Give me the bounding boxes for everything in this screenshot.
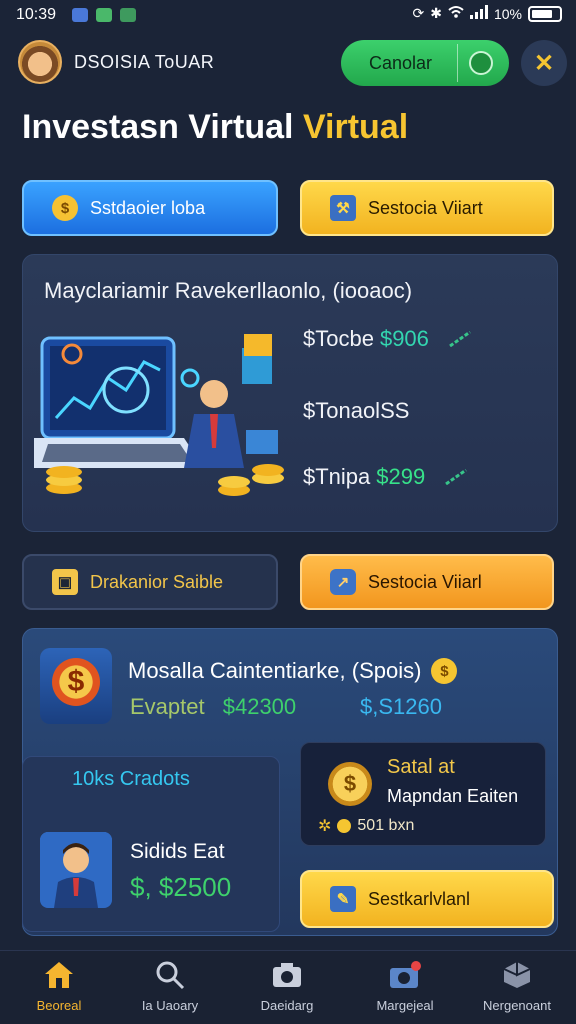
page-title-highlight: Virtual [302, 108, 409, 146]
overview-stat-row: $Tocbe $906 [303, 326, 471, 352]
blue-action-button[interactable]: $ Sstdaoier loba [22, 180, 278, 236]
sparkle-icon: ✲ [318, 818, 332, 835]
overview-stat-row: $Tnipa $299 [303, 464, 468, 490]
portfolio-stat-label: Evaptet [130, 694, 205, 719]
portfolio-action-button[interactable]: ✎ Sestkarlvlanl [300, 870, 554, 928]
nav-item-notifications[interactable]: Margejeal [350, 958, 460, 1013]
signal-icon [469, 5, 488, 22]
status-indicators: ⟳ ✱ 10% [412, 5, 562, 22]
status-card-meta-text: 501 bxn [357, 817, 415, 834]
status-card-title: Satal at [387, 756, 455, 778]
stat-label: $Tocbe [303, 326, 374, 351]
nav-item-home[interactable]: Beoreal [4, 958, 114, 1013]
stat-label: $Tnipa [303, 464, 371, 489]
investor-illustration [34, 334, 284, 496]
coin-icon: $ [431, 658, 458, 684]
app-notification-icon [96, 8, 112, 22]
avatar[interactable] [18, 40, 62, 84]
cancel-label: Canolar [369, 52, 433, 73]
trend-up-icon [449, 331, 471, 347]
sync-icon: ⟳ [412, 5, 425, 21]
camera-icon [232, 958, 342, 992]
battery-percent: 10% [493, 5, 522, 22]
stat-value: $299 [376, 464, 426, 489]
status-card-meta: ✲ 501 bxn [318, 816, 414, 836]
dark-action-label: Drakanior Saible [90, 571, 224, 592]
dollar-coin-icon: $ [52, 195, 78, 221]
frame-icon: ▣ [52, 569, 78, 595]
pencil-icon: ✎ [330, 886, 356, 912]
orange-action-button[interactable]: ↗ Sestocia Viiarl [300, 554, 554, 610]
bluetooth-icon: ✱ [430, 5, 442, 21]
divider [457, 44, 458, 82]
stat-value: $906 [379, 326, 429, 351]
overview-title: Mayclariamir Ravekerllaonlo, (iooaoc) [44, 278, 413, 303]
portfolio-title-text: Mosalla Caintentiarke, (Spois) [128, 658, 422, 683]
nav-label: Margejeal [376, 998, 434, 1013]
credits-value: $, $2500 [130, 872, 232, 902]
person-avatar [40, 832, 112, 908]
coin-icon: $ [328, 762, 372, 806]
status-time: 10:39 [16, 6, 57, 23]
battery-icon [528, 5, 562, 22]
home-icon [4, 958, 114, 992]
close-button[interactable]: ✕ [521, 40, 567, 86]
page-title-main: Investasn Virtual [22, 108, 294, 146]
nav-label: Daeidarg [260, 998, 314, 1013]
app-notification-icon [72, 8, 88, 22]
portfolio-stat: Evaptet $42300 [130, 694, 296, 720]
search-icon [115, 958, 225, 992]
credits-label: Sidids Eat [130, 840, 225, 863]
app-notification-icon [120, 8, 136, 22]
dark-action-button[interactable]: ▣ Drakanior Saible [22, 554, 278, 610]
dollar-badge-icon: $ [40, 648, 112, 724]
blue-action-label: Sstdaoier loba [90, 197, 206, 218]
close-icon: ✕ [533, 49, 555, 77]
nav-label: Beoreal [36, 998, 82, 1013]
chart-icon: ↗ [330, 569, 356, 595]
nav-label: Nergenoant [483, 998, 551, 1013]
credits-title: 10ks Cradots [72, 768, 190, 790]
overview-stat-row: $TonaolSS [303, 398, 409, 424]
dollar-icon: $ [52, 658, 100, 706]
nav-label: Ia Uaoary [141, 998, 199, 1013]
page-title: Investasn Virtual Virtual [22, 108, 408, 147]
orange-action-label: Sestocia Viiarl [368, 571, 482, 592]
nav-item-search[interactable]: Ia Uaoary [115, 958, 225, 1013]
stat-label: $TonaolSS [303, 398, 410, 423]
camera-notify-icon [350, 958, 460, 992]
status-card-subtitle: Mapndan Eaiten [387, 786, 519, 806]
yellow-action-label: Sestocia Viiart [368, 197, 483, 218]
nav-item-more[interactable]: Nergenoant [462, 958, 572, 1013]
cube-icon [462, 958, 572, 992]
portfolio-stat-value: $42300 [222, 694, 297, 719]
app-title: DSOISIA ToUAR [74, 52, 215, 72]
portfolio-title: Mosalla Caintentiarke, (Spois) $ [128, 658, 458, 684]
coin-icon [337, 819, 352, 833]
clock-icon [469, 51, 493, 75]
portfolio-action-label: Sestkarlvlanl [368, 888, 471, 909]
yellow-action-button[interactable]: ⚒ Sestocia Viiart [300, 180, 554, 236]
portfolio-stat-secondary: $,S1260 [360, 694, 442, 719]
hammer-icon: ⚒ [330, 195, 356, 221]
cancel-button[interactable]: Canolar [341, 40, 509, 86]
trend-up-icon [445, 469, 468, 485]
nav-item-camera[interactable]: Daeidarg [232, 958, 342, 1013]
wifi-icon [448, 5, 464, 22]
